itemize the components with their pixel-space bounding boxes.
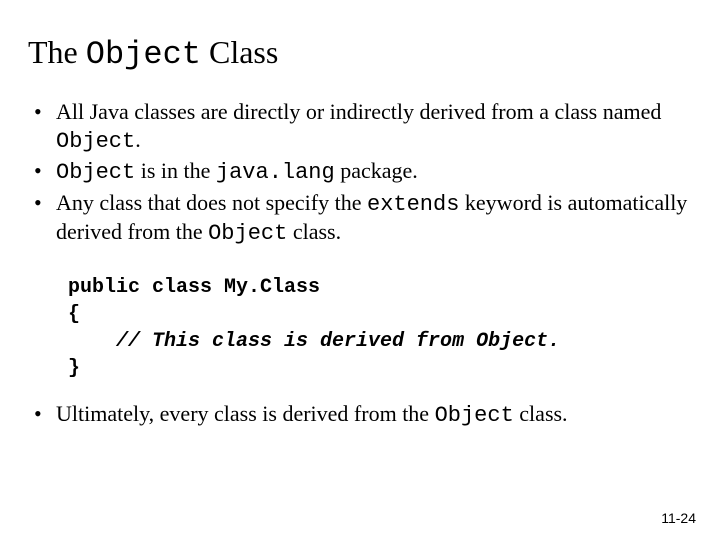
code-text: extends [367, 192, 459, 217]
text-run: Ultimately, every class is derived from … [56, 401, 435, 426]
code-line: { [68, 303, 80, 326]
bullet-list-bottom: Ultimately, every class is derived from … [28, 400, 692, 430]
slide-content: All Java classes are directly or indirec… [28, 98, 692, 431]
bullet-item: Ultimately, every class is derived from … [56, 400, 692, 430]
text-run: All Java classes are directly or indirec… [56, 99, 661, 124]
bullet-item: Object is in the java.lang package. [56, 157, 692, 187]
code-text: Object [435, 403, 514, 428]
code-line: public class My.Class [68, 276, 320, 299]
slide: The Object Class All Java classes are di… [0, 0, 720, 540]
code-line: } [68, 357, 80, 380]
text-run: package. [335, 158, 418, 183]
title-pre: The [28, 34, 86, 70]
slide-number: 11-24 [661, 510, 696, 526]
text-run: . [135, 127, 141, 152]
code-block: public class My.Class { // This class is… [68, 274, 692, 382]
code-text: Object [56, 129, 135, 154]
code-comment-line: // This class is derived from Object. [68, 330, 560, 353]
bullet-list-top: All Java classes are directly or indirec… [28, 98, 692, 248]
title-post: Class [201, 34, 278, 70]
code-text: java.lang [216, 160, 335, 185]
text-run: is in the [135, 158, 216, 183]
code-text: Object [208, 221, 287, 246]
bullet-item: Any class that does not specify the exte… [56, 189, 692, 248]
text-run: class. [287, 219, 341, 244]
text-run: class. [514, 401, 568, 426]
slide-title: The Object Class [28, 34, 278, 73]
code-text: Object [56, 160, 135, 185]
title-code: Object [86, 36, 201, 73]
text-run: Any class that does not specify the [56, 190, 367, 215]
bullet-item: All Java classes are directly or indirec… [56, 98, 692, 155]
